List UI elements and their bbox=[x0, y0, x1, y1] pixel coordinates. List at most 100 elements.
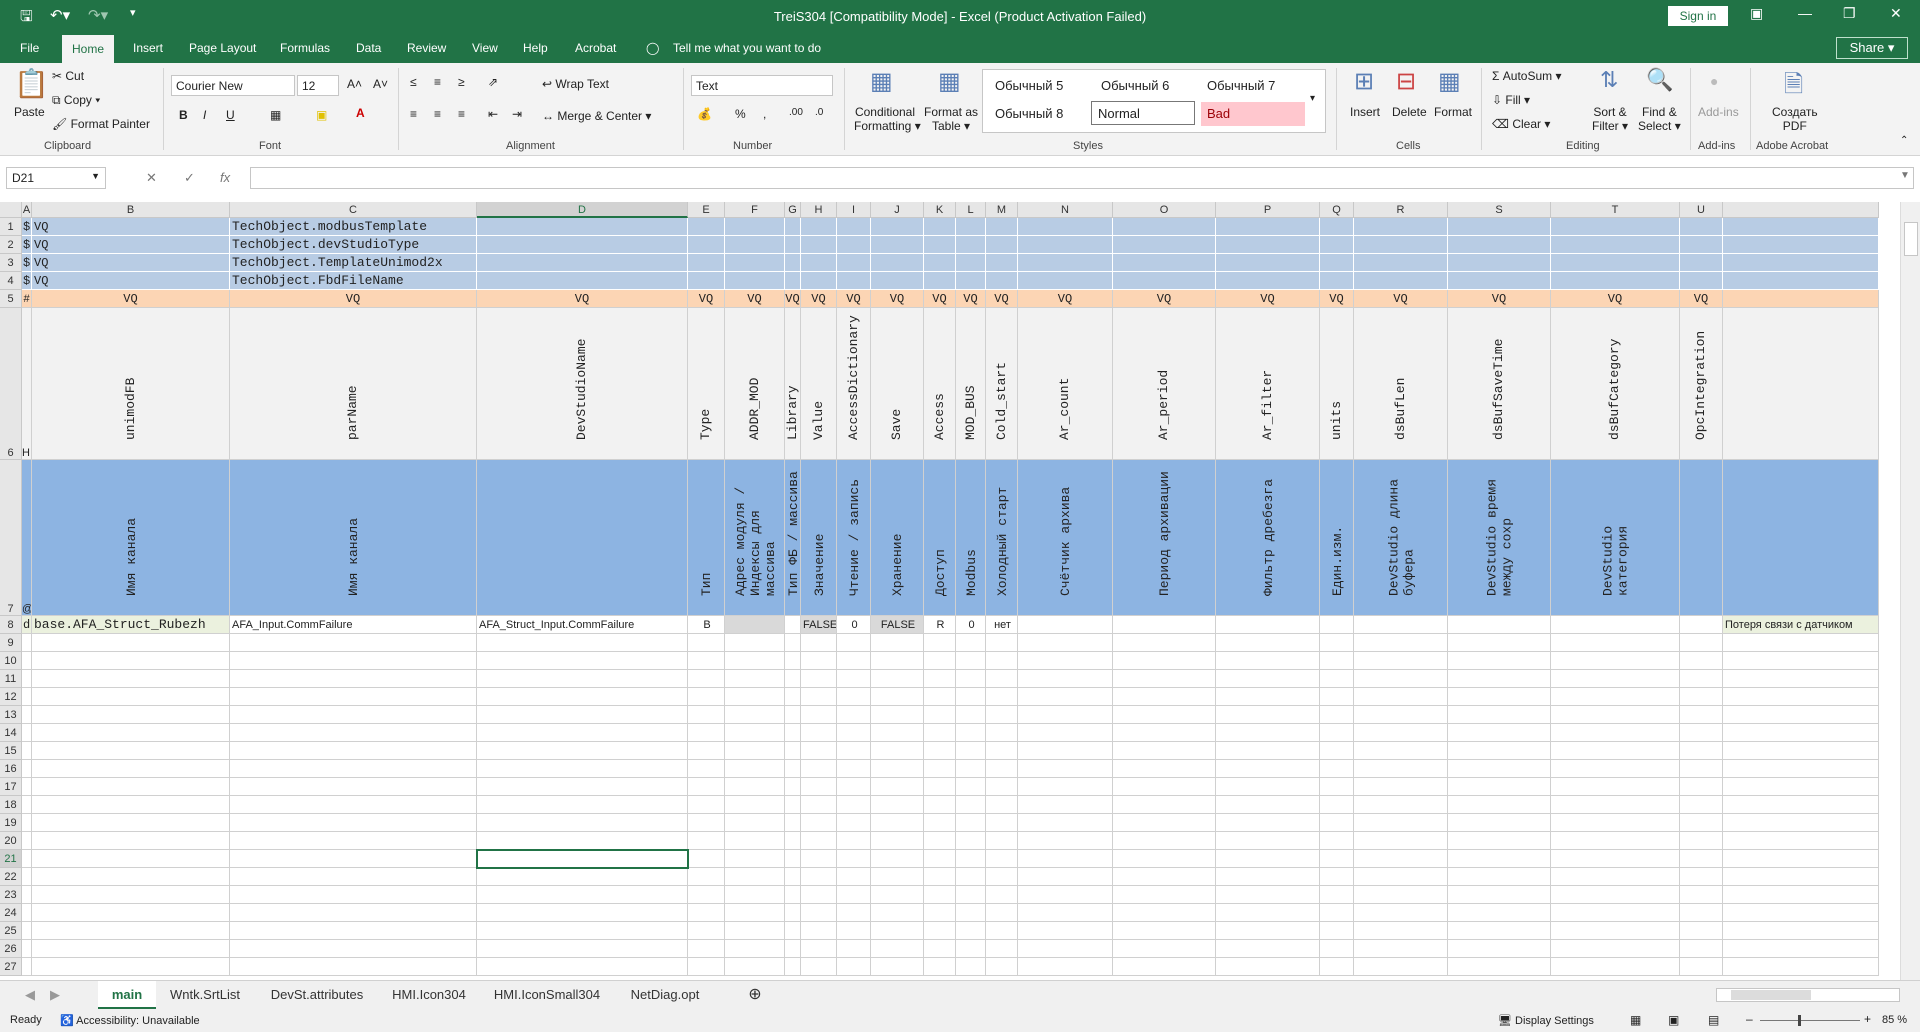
empty-cell[interactable] bbox=[230, 652, 477, 670]
empty-cell[interactable] bbox=[924, 904, 956, 922]
cell[interactable]: VQ bbox=[477, 290, 688, 308]
style-bad[interactable]: Bad bbox=[1201, 102, 1305, 126]
format-cells-icon[interactable]: ▦ bbox=[1438, 67, 1461, 96]
empty-cell[interactable] bbox=[477, 724, 688, 742]
empty-cell[interactable] bbox=[986, 724, 1018, 742]
cell[interactable]: VQ bbox=[725, 290, 785, 308]
sheet-tab-devst[interactable]: DevSt.attributes bbox=[258, 981, 376, 1009]
empty-cell[interactable] bbox=[22, 958, 32, 976]
empty-cell[interactable] bbox=[32, 904, 230, 922]
font-color-icon[interactable]: A bbox=[356, 106, 365, 120]
empty-cell[interactable] bbox=[986, 850, 1018, 868]
empty-cell[interactable] bbox=[1113, 940, 1216, 958]
empty-cell[interactable] bbox=[1216, 886, 1320, 904]
row-header[interactable]: 21 bbox=[0, 850, 22, 868]
empty-cell[interactable] bbox=[32, 724, 230, 742]
empty-cell[interactable] bbox=[725, 922, 785, 940]
h-scroll-thumb[interactable] bbox=[1731, 990, 1811, 1000]
cell[interactable] bbox=[1320, 272, 1354, 290]
row-header[interactable]: 27 bbox=[0, 958, 22, 976]
empty-cell[interactable] bbox=[1216, 832, 1320, 850]
cell[interactable] bbox=[1680, 218, 1723, 236]
data-cell[interactable] bbox=[1680, 616, 1723, 634]
addins-button[interactable]: Add-ins bbox=[1698, 105, 1739, 119]
empty-cell[interactable] bbox=[1354, 832, 1448, 850]
data-cell[interactable]: 0 bbox=[837, 616, 871, 634]
data-cell[interactable] bbox=[1113, 616, 1216, 634]
bold-icon[interactable]: B bbox=[179, 108, 188, 122]
currency-icon[interactable]: 💰 bbox=[697, 107, 712, 121]
align-left-icon[interactable]: ≡ bbox=[410, 107, 417, 121]
empty-cell[interactable] bbox=[871, 832, 924, 850]
empty-cell[interactable] bbox=[1216, 922, 1320, 940]
empty-cell[interactable] bbox=[1216, 688, 1320, 706]
empty-cell[interactable] bbox=[785, 868, 801, 886]
column-header[interactable]: F bbox=[725, 202, 785, 218]
empty-cell[interactable] bbox=[924, 886, 956, 904]
header-cell[interactable]: @ bbox=[22, 460, 32, 616]
empty-cell[interactable] bbox=[1018, 832, 1113, 850]
empty-cell[interactable] bbox=[837, 922, 871, 940]
data-cell[interactable] bbox=[785, 616, 801, 634]
empty-cell[interactable] bbox=[1113, 958, 1216, 976]
header-cell[interactable]: Value bbox=[801, 308, 837, 460]
empty-cell[interactable] bbox=[1723, 742, 1879, 760]
empty-cell[interactable] bbox=[1216, 634, 1320, 652]
empty-cell[interactable] bbox=[688, 832, 725, 850]
empty-cell[interactable] bbox=[1448, 760, 1551, 778]
empty-cell[interactable] bbox=[785, 688, 801, 706]
empty-cell[interactable] bbox=[801, 868, 837, 886]
accessibility-status[interactable]: ♿ Accessibility: Unavailable bbox=[60, 1014, 200, 1027]
header-cell[interactable]: Access bbox=[924, 308, 956, 460]
empty-cell[interactable] bbox=[956, 724, 986, 742]
row-header[interactable]: 19 bbox=[0, 814, 22, 832]
cell[interactable]: VQ bbox=[785, 290, 801, 308]
cell[interactable] bbox=[871, 218, 924, 236]
cell[interactable] bbox=[1551, 236, 1680, 254]
empty-cell[interactable] bbox=[924, 796, 956, 814]
header-cell[interactable] bbox=[477, 460, 688, 616]
empty-cell[interactable] bbox=[801, 670, 837, 688]
empty-cell[interactable] bbox=[837, 958, 871, 976]
cell[interactable] bbox=[1723, 236, 1879, 254]
empty-cell[interactable] bbox=[477, 742, 688, 760]
empty-cell[interactable] bbox=[477, 958, 688, 976]
empty-cell[interactable] bbox=[22, 832, 32, 850]
cell[interactable] bbox=[477, 254, 688, 272]
decrease-indent-icon[interactable]: ⇤ bbox=[488, 107, 498, 121]
empty-cell[interactable] bbox=[986, 688, 1018, 706]
empty-cell[interactable] bbox=[1354, 868, 1448, 886]
column-header[interactable]: S bbox=[1448, 202, 1551, 218]
empty-cell[interactable] bbox=[1448, 814, 1551, 832]
empty-cell[interactable] bbox=[725, 634, 785, 652]
header-cell[interactable]: DevStudio время между сохр bbox=[1448, 460, 1551, 616]
cell[interactable] bbox=[1551, 254, 1680, 272]
empty-cell[interactable] bbox=[725, 742, 785, 760]
empty-cell[interactable] bbox=[801, 652, 837, 670]
data-cell[interactable]: 0 bbox=[956, 616, 986, 634]
empty-cell[interactable] bbox=[924, 868, 956, 886]
empty-cell[interactable] bbox=[924, 634, 956, 652]
align-top-icon[interactable]: ≤ bbox=[410, 75, 417, 89]
empty-cell[interactable] bbox=[1551, 868, 1680, 886]
empty-cell[interactable] bbox=[477, 706, 688, 724]
cell[interactable]: # bbox=[22, 290, 32, 308]
cell[interactable] bbox=[1113, 236, 1216, 254]
empty-cell[interactable] bbox=[477, 634, 688, 652]
style-normal-7[interactable]: Обычный 7 bbox=[1201, 74, 1305, 98]
empty-cell[interactable] bbox=[1018, 940, 1113, 958]
empty-cell[interactable] bbox=[1354, 634, 1448, 652]
vertical-scrollbar[interactable] bbox=[1900, 202, 1920, 980]
empty-cell[interactable] bbox=[986, 940, 1018, 958]
empty-cell[interactable] bbox=[1680, 706, 1723, 724]
empty-cell[interactable] bbox=[785, 760, 801, 778]
empty-cell[interactable] bbox=[1018, 742, 1113, 760]
empty-cell[interactable] bbox=[1448, 904, 1551, 922]
row-header[interactable]: 2 bbox=[0, 236, 22, 254]
empty-cell[interactable] bbox=[956, 688, 986, 706]
empty-cell[interactable] bbox=[725, 886, 785, 904]
header-cell[interactable]: AccessDictionary bbox=[837, 308, 871, 460]
header-cell[interactable]: Ar_count bbox=[1018, 308, 1113, 460]
column-header[interactable]: N bbox=[1018, 202, 1113, 218]
format-as-table-icon[interactable]: ▦ bbox=[938, 67, 961, 96]
